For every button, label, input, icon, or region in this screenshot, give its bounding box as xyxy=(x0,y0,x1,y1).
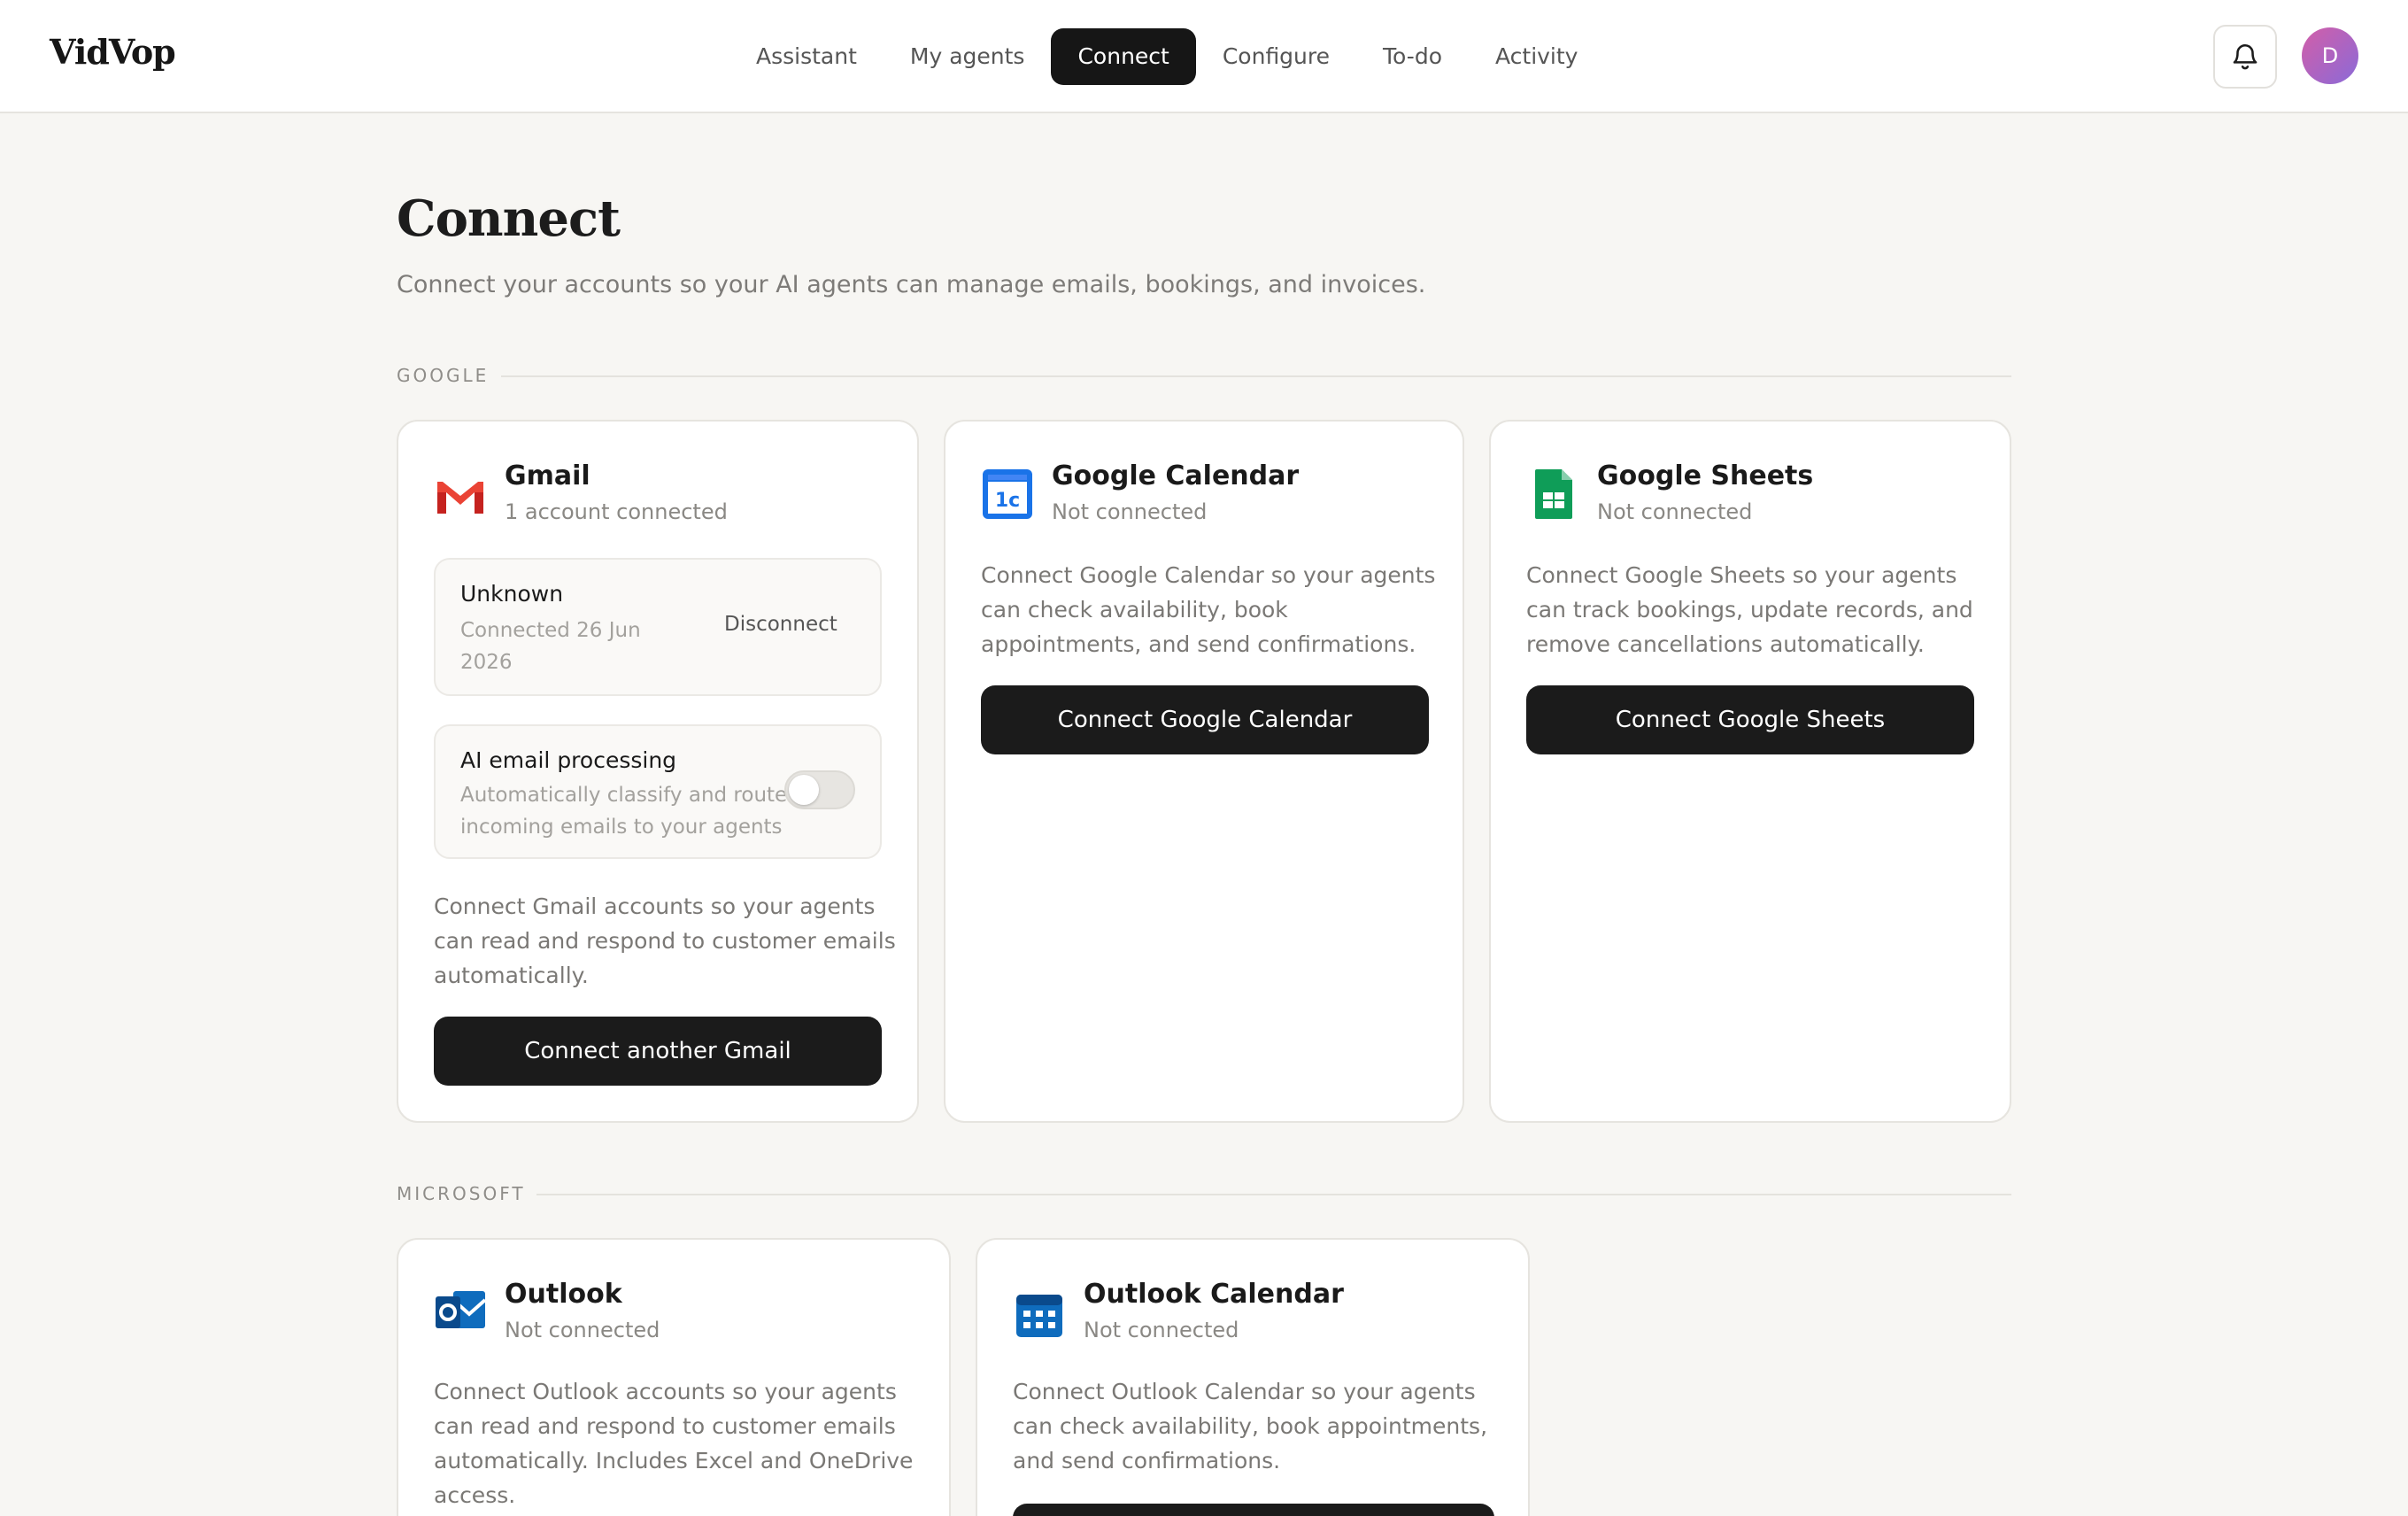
card-title: Google Calendar xyxy=(1052,460,1300,491)
outlook-calendar-icon xyxy=(1016,1295,1062,1337)
card-description: Connect Outlook accounts so your agents … xyxy=(434,1374,913,1512)
ai-processing-title: AI email processing xyxy=(460,747,677,773)
connection-status: 1 account connected xyxy=(505,499,728,524)
notifications-button[interactable] xyxy=(2213,25,2277,89)
svg-text:1c: 1c xyxy=(995,490,1020,512)
nav-item-assistant[interactable]: Assistant xyxy=(729,28,884,85)
desc-line: can track bookings, update records, and xyxy=(1526,597,1973,623)
main-nav: Assistant My agents Connect Configure To… xyxy=(729,28,1604,85)
connect-another-gmail-button[interactable]: Connect another Gmail xyxy=(434,1017,882,1086)
card-title: Outlook Calendar xyxy=(1084,1279,1344,1310)
desc-line: automatically. xyxy=(434,963,589,988)
desc-line: can check availability, book xyxy=(981,597,1288,623)
nav-item-to-do[interactable]: To-do xyxy=(1356,28,1469,85)
card-title: Gmail xyxy=(505,460,590,491)
nav-item-activity[interactable]: Activity xyxy=(1469,28,1605,85)
section-label-google: GOOGLE xyxy=(397,365,490,386)
desc-line: access. xyxy=(434,1482,516,1508)
account-name: Unknown xyxy=(460,581,564,607)
desc-line: appointments, and send confirmations. xyxy=(981,631,1416,657)
card-description: Connect Gmail accounts so your agents ca… xyxy=(434,889,896,993)
desc-line: Connect Google Calendar so your agents xyxy=(981,562,1436,588)
ai-email-processing-box: AI email processing Automatically classi… xyxy=(434,724,882,859)
card-description: Connect Google Calendar so your agents c… xyxy=(981,558,1435,661)
connection-status: Not connected xyxy=(1597,499,1753,524)
desc-line: Connect Outlook Calendar so your agents xyxy=(1013,1379,1476,1404)
page-subtitle: Connect your accounts so your AI agents … xyxy=(397,271,1426,298)
account-connected-date: Connected 26 Jun xyxy=(460,619,641,642)
disconnect-button[interactable]: Disconnect xyxy=(724,613,837,636)
user-avatar[interactable]: D xyxy=(2302,27,2358,84)
connection-status: Not connected xyxy=(1052,499,1208,524)
connect-google-sheets-button[interactable]: Connect Google Sheets xyxy=(1526,685,1974,754)
desc-line: can read and respond to customer emails xyxy=(434,928,896,954)
top-navigation-bar: VidVop Assistant My agents Connect Confi… xyxy=(0,0,2408,113)
outlook-calendar-card: Outlook Calendar Not connected Connect O… xyxy=(976,1238,1530,1516)
nav-item-my-agents[interactable]: My agents xyxy=(884,28,1052,85)
section-divider xyxy=(501,375,2011,377)
section-label-microsoft: MICROSOFT xyxy=(397,1183,526,1204)
ai-processing-toggle[interactable] xyxy=(784,770,855,809)
google-sheets-icon xyxy=(1535,469,1572,519)
nav-item-connect[interactable]: Connect xyxy=(1051,28,1196,85)
gmail-icon xyxy=(437,482,483,514)
connected-account-box: Unknown Connected 26 Jun 2026 Disconnect xyxy=(434,558,882,696)
card-title: Outlook xyxy=(505,1279,622,1310)
nav-item-configure[interactable]: Configure xyxy=(1196,28,1356,85)
desc-line: can check availability, book appointment… xyxy=(1013,1413,1488,1439)
gmail-card: Gmail 1 account connected Unknown Connec… xyxy=(397,420,919,1123)
google-sheets-card: Google Sheets Not connected Connect Goog… xyxy=(1489,420,2011,1123)
card-description: Connect Google Sheets so your agents can… xyxy=(1526,558,1973,661)
card-title: Google Sheets xyxy=(1597,460,1814,491)
ai-processing-desc-line1: Automatically classify and route xyxy=(460,784,788,807)
bell-icon xyxy=(2233,44,2258,70)
section-divider xyxy=(536,1194,2011,1195)
connection-status: Not connected xyxy=(505,1318,660,1342)
desc-line: Connect Gmail accounts so your agents xyxy=(434,893,876,919)
desc-line: and send confirmations. xyxy=(1013,1448,1281,1473)
desc-line: Connect Google Sheets so your agents xyxy=(1526,562,1957,588)
desc-line: remove cancellations automatically. xyxy=(1526,631,1925,657)
card-description: Connect Outlook Calendar so your agents … xyxy=(1013,1374,1487,1478)
app-logo[interactable]: VidVop xyxy=(50,32,176,72)
desc-line: automatically. Includes Excel and OneDri… xyxy=(434,1448,914,1473)
google-calendar-icon: 1c xyxy=(983,469,1032,519)
outlook-icon xyxy=(436,1291,487,1328)
ai-processing-desc-line2: incoming emails to your agents xyxy=(460,816,783,839)
connection-status: Not connected xyxy=(1084,1318,1239,1342)
connect-google-calendar-button[interactable]: Connect Google Calendar xyxy=(981,685,1429,754)
connect-outlook-calendar-button[interactable] xyxy=(1013,1504,1494,1516)
google-calendar-card: 1c Google Calendar Not connected Connect… xyxy=(944,420,1464,1123)
desc-line: can read and respond to customer emails xyxy=(434,1413,896,1439)
account-connected-year: 2026 xyxy=(460,651,513,674)
desc-line: Connect Outlook accounts so your agents xyxy=(434,1379,897,1404)
outlook-card: Outlook Not connected Connect Outlook ac… xyxy=(397,1238,951,1516)
page-title: Connect xyxy=(397,190,621,248)
toggle-knob xyxy=(789,775,819,805)
